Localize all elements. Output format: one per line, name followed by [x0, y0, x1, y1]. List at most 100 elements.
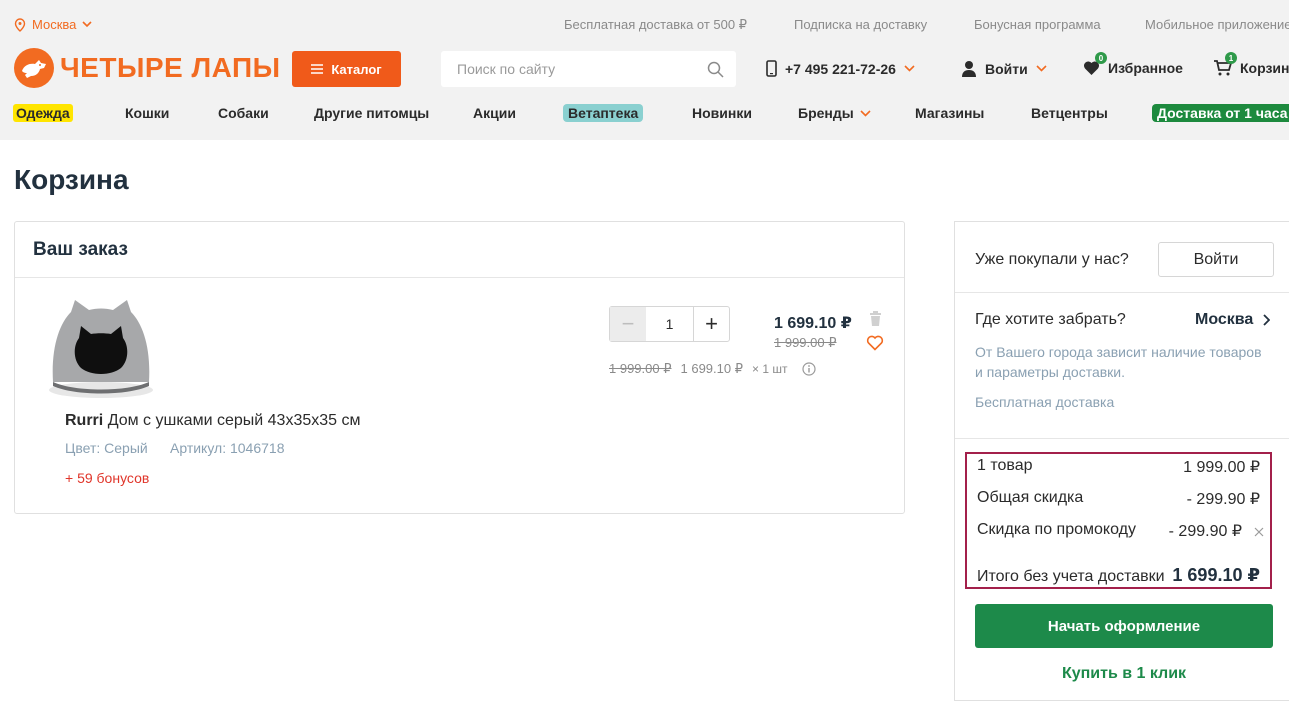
nav-brands-label: Бренды	[798, 105, 854, 121]
order-card-title: Ваш заказ	[15, 222, 904, 278]
login-label: Войти	[985, 60, 1028, 77]
toplink-bonus-program[interactable]: Бонусная программа	[974, 17, 1101, 32]
product-name: Дом с ушками серый 43х35х35 см	[107, 412, 361, 429]
nav-promotions[interactable]: Акции	[473, 105, 516, 121]
divider	[955, 438, 1289, 439]
trash-icon[interactable]	[869, 311, 882, 326]
quantity-stepper: − 1 +	[609, 306, 730, 342]
cart-label: Корзина	[1240, 60, 1289, 76]
nav-stores[interactable]: Магазины	[915, 105, 984, 121]
favorites-label: Избранное	[1108, 60, 1183, 76]
login-menu[interactable]: Войти	[961, 60, 1047, 77]
order-summary-panel: Уже покупали у нас? Войти Где хотите заб…	[954, 221, 1289, 701]
product-sku: Артикул: 1046718	[170, 440, 285, 456]
unit-price: 1 699.10 ₽	[680, 361, 744, 376]
unit-old-price: 1 999.00 ₽	[609, 361, 672, 376]
nav-vet-pharmacy[interactable]: Ветаптека	[563, 104, 644, 122]
pickup-city-selector[interactable]: Москва	[1195, 311, 1271, 329]
nav-dogs[interactable]: Собаки	[218, 105, 269, 121]
toplink-free-delivery[interactable]: Бесплатная доставка от 500 ₽	[564, 17, 747, 33]
menu-icon	[311, 64, 324, 74]
summary-total-row: Итого без учета доставки 1 699.10 ₽	[977, 565, 1260, 586]
catalog-label: Каталог	[331, 61, 382, 77]
product-title[interactable]: Rurri Дом с ушками серый 43х35х35 см	[65, 412, 360, 430]
nav-clothing[interactable]: Одежда	[13, 104, 73, 122]
summary-items-value: 1 999.00 ₽	[1183, 459, 1260, 476]
unit-price-row: 1 999.00 ₽ 1 699.10 ₽ × 1 шт	[609, 361, 817, 377]
nav-cats[interactable]: Кошки	[125, 105, 169, 121]
dog-logo-icon	[14, 48, 54, 88]
toplink-mobile-app[interactable]: Мобильное приложение	[1145, 17, 1289, 32]
summary-box: 1 товар 1 999.00 ₽ Общая скидка - 299.90…	[965, 452, 1272, 589]
summary-promo-label: Скидка по промокоду	[977, 521, 1136, 538]
nav-fast-delivery[interactable]: Доставка от 1 часа	[1152, 104, 1289, 122]
summary-total-value: 1 699.10 ₽	[1172, 565, 1260, 585]
chevron-down-icon	[904, 65, 915, 72]
summary-items-label: 1 товар	[977, 457, 1033, 474]
toplink-subscription[interactable]: Подписка на доставку	[794, 17, 927, 32]
nav-vet-pharmacy-label: Ветаптека	[563, 104, 644, 122]
free-delivery-note: Бесплатная доставка	[975, 394, 1115, 410]
city-label: Москва	[32, 17, 77, 32]
cart-link[interactable]: 1 Корзина	[1213, 52, 1289, 76]
summary-discount-row: Общая скидка - 299.90 ₽	[977, 489, 1260, 509]
info-icon[interactable]	[802, 362, 817, 376]
summary-promo-value: - 299.90 ₽	[1168, 523, 1242, 540]
phone-number: +7 495 221-72-26	[785, 60, 896, 77]
cat-house-image	[49, 300, 153, 398]
pickup-city: Москва	[1195, 311, 1254, 328]
favorites-link[interactable]: 0 Избранное	[1083, 52, 1183, 76]
nav-other-pets[interactable]: Другие питомцы	[314, 105, 429, 121]
nav-clothing-label: Одежда	[13, 104, 73, 122]
site-header: Москва Бесплатная доставка от 500 ₽ Подп…	[0, 0, 1289, 140]
start-checkout-button[interactable]: Начать оформление	[975, 604, 1273, 648]
catalog-button[interactable]: Каталог	[292, 51, 401, 87]
product-color: Цвет: Серый	[65, 440, 148, 456]
page-title: Корзина	[14, 164, 129, 195]
city-note: От Вашего города зависит наличие товаров…	[975, 344, 1262, 380]
chevron-down-icon	[82, 21, 92, 28]
nav-brands[interactable]: Бренды	[798, 105, 871, 121]
search-icon[interactable]	[707, 61, 724, 78]
cart-count-badge: 1	[1225, 52, 1237, 64]
item-price: 1 699.10 ₽	[774, 315, 852, 332]
quantity-decrease-button[interactable]: −	[610, 307, 646, 341]
user-icon	[962, 61, 976, 77]
logo-text: ЧЕТЫРЕ ЛАПЫ	[60, 52, 281, 83]
summary-items-row: 1 товар 1 999.00 ₽	[977, 457, 1260, 477]
chevron-down-icon	[1036, 65, 1047, 72]
chevron-down-icon	[860, 109, 871, 117]
order-card: Ваш заказ Rurri Дом с ушками серый 43х35…	[14, 221, 905, 514]
buy-one-click-link[interactable]: Купить в 1 клик	[975, 665, 1273, 683]
product-brand: Rurri	[65, 412, 104, 429]
favorites-count-badge: 0	[1095, 52, 1107, 64]
nav-new[interactable]: Новинки	[692, 105, 752, 121]
divider	[955, 292, 1289, 293]
location-pin-icon	[14, 17, 26, 32]
chevron-right-icon	[1263, 314, 1271, 326]
unit-quantity: × 1 шт	[752, 362, 788, 376]
remove-promo-icon[interactable]	[1254, 527, 1264, 537]
sidebar-login-button[interactable]: Войти	[1158, 242, 1274, 277]
product-image[interactable]	[45, 298, 157, 400]
quantity-value[interactable]: 1	[646, 307, 693, 341]
summary-promo-row: Скидка по промокоду - 299.90 ₽	[977, 521, 1242, 541]
item-old-price: 1 999.00 ₽	[774, 335, 837, 350]
quantity-increase-button[interactable]: +	[693, 307, 729, 341]
search-input[interactable]	[457, 61, 707, 77]
pickup-question: Где хотите забрать?	[975, 311, 1126, 328]
search-box	[441, 51, 736, 87]
site-logo[interactable]: ЧЕТЫРЕ ЛАПЫ	[14, 48, 281, 88]
phone-selector[interactable]: +7 495 221-72-26	[766, 60, 915, 77]
nav-vet-centers[interactable]: Ветцентры	[1031, 105, 1108, 121]
nav-fast-delivery-label: Доставка от 1 часа	[1152, 104, 1289, 122]
mobile-phone-icon	[766, 60, 777, 77]
summary-discount-label: Общая скидка	[977, 489, 1084, 506]
city-selector[interactable]: Москва	[14, 17, 92, 32]
summary-total-label: Итого без учета доставки	[977, 568, 1165, 585]
product-bonus: + 59 бонусов	[65, 470, 150, 486]
favorites-icon-wrap: 0	[1083, 52, 1107, 76]
returning-customer-text: Уже покупали у нас?	[975, 251, 1129, 268]
heart-outline-icon[interactable]	[866, 335, 884, 351]
summary-discount-value: - 299.90 ₽	[1186, 491, 1260, 508]
